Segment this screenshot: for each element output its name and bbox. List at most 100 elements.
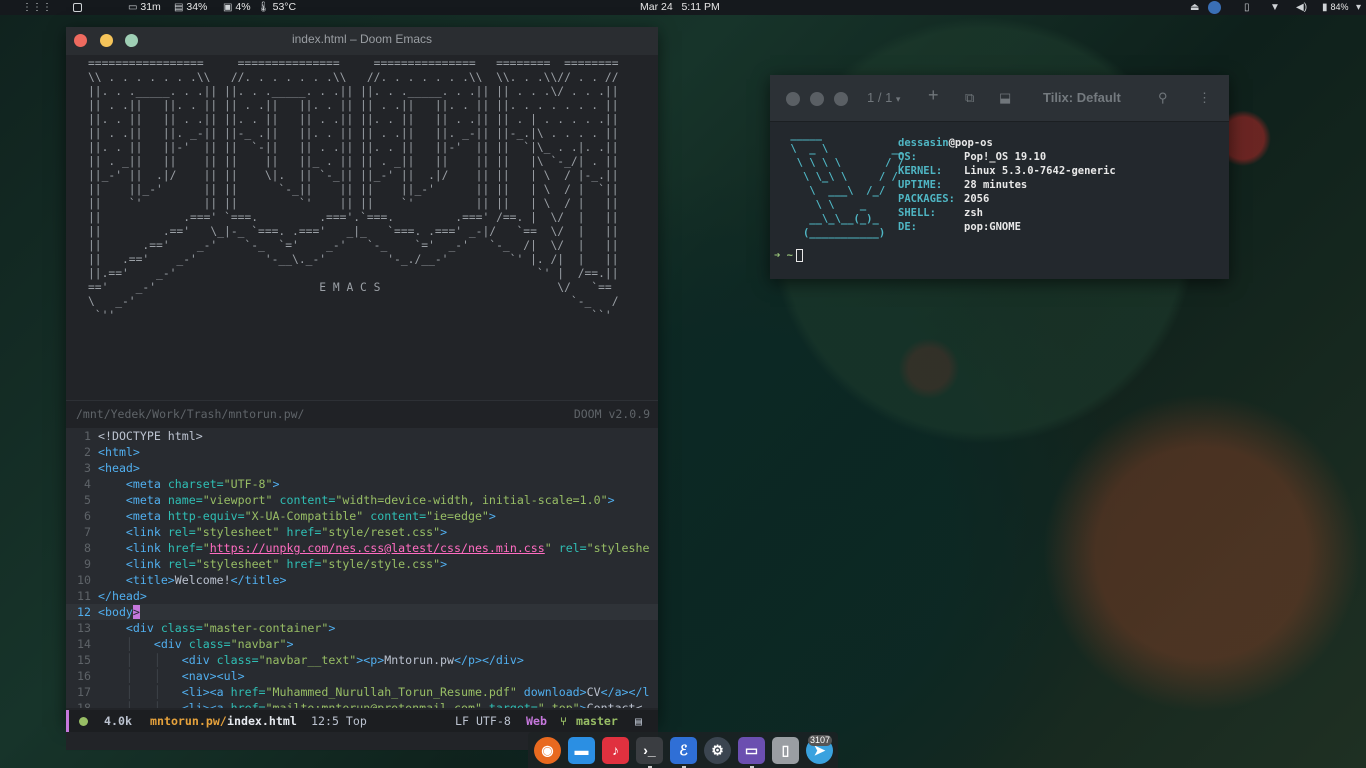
- encoding[interactable]: LF UTF-8: [455, 714, 511, 728]
- code-line[interactable]: 4 <meta charset="UTF-8">: [66, 476, 658, 492]
- code-line[interactable]: 6 <meta http-equiv="X-UA-Compatible" con…: [66, 508, 658, 524]
- indent-guide: [98, 477, 126, 491]
- split-right-icon[interactable]: ⧉: [965, 90, 974, 106]
- code-line[interactable]: 11 </head>: [66, 588, 658, 604]
- avatar[interactable]: [1208, 1, 1221, 14]
- menu-icon[interactable]: ⋮: [1198, 90, 1211, 106]
- code-token: <!DOCTYPE html>: [98, 429, 203, 443]
- close-button[interactable]: [786, 92, 800, 106]
- document-icon: ▤: [635, 714, 642, 728]
- code-token: <link: [125, 525, 168, 539]
- code-token: "UTF-8": [223, 477, 273, 491]
- temperature-value: 53°C: [272, 1, 297, 13]
- code-line[interactable]: 14 │ <div class="navbar">: [66, 636, 658, 652]
- code-token: download>: [516, 685, 587, 699]
- code-token: <html>: [98, 445, 140, 459]
- sysinfo-value: zsh: [964, 207, 983, 219]
- code-token: <li><a: [181, 701, 231, 708]
- line-number: 15: [77, 653, 91, 667]
- indent-guide: [98, 509, 126, 523]
- line-number: 4: [84, 477, 91, 491]
- code-token: "viewport": [202, 493, 273, 507]
- grid-icon[interactable]: ⋮⋮⋮: [22, 1, 52, 14]
- split-down-icon[interactable]: ⬓: [999, 90, 1011, 106]
- power-menu-icon[interactable]: ▾: [1356, 1, 1361, 14]
- code-line[interactable]: 7 <link rel="stylesheet" href="style/res…: [66, 524, 658, 540]
- code-token: name=: [167, 493, 203, 507]
- code-token: "ie=edge": [426, 509, 489, 523]
- code-line[interactable]: 15 │ │ <div class="navbar__text"><p>Mnto…: [66, 652, 658, 668]
- code-token: >: [579, 701, 587, 708]
- code-line[interactable]: 16 │ │ <nav><ul>: [66, 668, 658, 684]
- minimize-button[interactable]: [810, 92, 824, 106]
- volume-icon[interactable]: ◀): [1296, 1, 1307, 14]
- cpu-indicator[interactable]: ▣ 4%: [223, 1, 251, 14]
- indent-guide: │: [98, 637, 154, 651]
- workspaces-icon[interactable]: [73, 3, 82, 12]
- emacs-titlebar[interactable]: index.html – Doom Emacs: [66, 27, 658, 55]
- code-line[interactable]: 9 <link rel="stylesheet" href="style/sty…: [66, 556, 658, 572]
- buffer-name[interactable]: index.html: [227, 714, 297, 728]
- code-token: "_top": [537, 701, 580, 708]
- code-line[interactable]: 18 │ │ <li><a href="mailto:mntorun@proto…: [66, 700, 658, 708]
- code-token: "navbar__text": [258, 653, 357, 667]
- terminal-output[interactable]: _____ \ _ \ __ \ \ \ \ / / \ \_\ \ / / \…: [770, 122, 1229, 279]
- code-line[interactable]: 1 <!DOCTYPE html>: [66, 428, 658, 444]
- session-counter[interactable]: 1 / 1 ▾: [867, 90, 900, 105]
- line-number: 17: [77, 685, 91, 699]
- code-token: "Muhammed_Nurullah_Torun_Resume.pdf": [265, 685, 517, 699]
- sysinfo-key: SHELL:: [898, 207, 936, 219]
- code-line[interactable]: 13 <div class="master-container">: [66, 620, 658, 636]
- wifi-icon[interactable]: ▼: [1270, 1, 1280, 14]
- code-token: <div: [153, 637, 189, 651]
- sysinfo-row: SHELL: zsh: [898, 206, 983, 220]
- code-token: <meta: [125, 509, 168, 523]
- emacs-banner-art: ================= =============== ======…: [88, 57, 619, 322]
- sysinfo-row: UPTIME: 28 minutes: [898, 178, 1027, 192]
- music-icon[interactable]: ♪: [602, 737, 629, 764]
- code-line[interactable]: 2 <html>: [66, 444, 658, 460]
- battery-indicator[interactable]: ▮ 84%: [1322, 1, 1348, 14]
- code-line[interactable]: 3 <head>: [66, 460, 658, 476]
- uptime-indicator[interactable]: ▭ 31m: [128, 1, 161, 14]
- code-token: <meta: [125, 493, 168, 507]
- code-token: href=: [279, 525, 322, 539]
- terminal-icon[interactable]: ›_: [636, 737, 663, 764]
- code-line[interactable]: 12 <body>: [66, 604, 658, 620]
- trash-icon[interactable]: ▯: [772, 737, 799, 764]
- sysinfo-value: Pop!_OS 19.10: [964, 151, 1047, 163]
- code-line[interactable]: 5 <meta name="viewport" content="width=d…: [66, 492, 658, 508]
- folder-icon[interactable]: ▬: [568, 737, 595, 764]
- tilix-headerbar[interactable]: 1 / 1 ▾ + ⧉ ⬓ Tilix: Default ⚲ ⋮: [770, 75, 1229, 122]
- code-editor[interactable]: 1 <!DOCTYPE html> 2 <html> 3 <head> 4 <meta ch…: [66, 428, 658, 708]
- steam-icon[interactable]: ⚙: [704, 737, 731, 764]
- code-token: >: [328, 621, 336, 635]
- cursor-position: 12:5 Top: [311, 714, 367, 728]
- emacs-icon[interactable]: ℰ: [670, 737, 697, 764]
- search-icon[interactable]: ⚲: [1158, 90, 1168, 106]
- code-token: href=: [279, 557, 322, 571]
- add-session-icon[interactable]: +: [928, 85, 939, 106]
- phone-icon[interactable]: ▯: [1244, 1, 1250, 14]
- buffer-dir[interactable]: mntorun.pw/: [150, 714, 227, 728]
- line-number: 1: [84, 429, 91, 443]
- clock[interactable]: Mar 24 5:11 PM: [640, 1, 720, 14]
- eject-icon[interactable]: ⏏: [1190, 1, 1199, 14]
- temperature-indicator[interactable]: 🌡 53°C: [257, 1, 296, 14]
- code-token: >: [286, 637, 294, 651]
- tilix-icon[interactable]: ▭: [738, 737, 765, 764]
- code-token: >: [272, 477, 280, 491]
- code-line[interactable]: 8 <link href="https://unpkg.com/nes.css@…: [66, 540, 658, 556]
- maximize-button[interactable]: [834, 92, 848, 106]
- emacs-window: index.html – Doom Emacs ================…: [66, 27, 658, 750]
- shell-prompt[interactable]: ➜ ~: [774, 249, 803, 262]
- code-token: href=: [167, 541, 203, 555]
- project-path: /mnt/Yedek/Work/Trash/mntorun.pw/: [76, 407, 305, 421]
- firefox-icon[interactable]: ◉: [534, 737, 561, 764]
- memory-indicator[interactable]: ▤ 34%: [174, 1, 207, 14]
- major-mode[interactable]: Web: [526, 714, 547, 728]
- code-line[interactable]: 17 │ │ <li><a href="Muhammed_Nurullah_To…: [66, 684, 658, 700]
- code-line[interactable]: 10 <title>Welcome!</title>: [66, 572, 658, 588]
- vcs-branch[interactable]: master: [576, 714, 618, 728]
- sysinfo-value: 2056: [964, 193, 990, 205]
